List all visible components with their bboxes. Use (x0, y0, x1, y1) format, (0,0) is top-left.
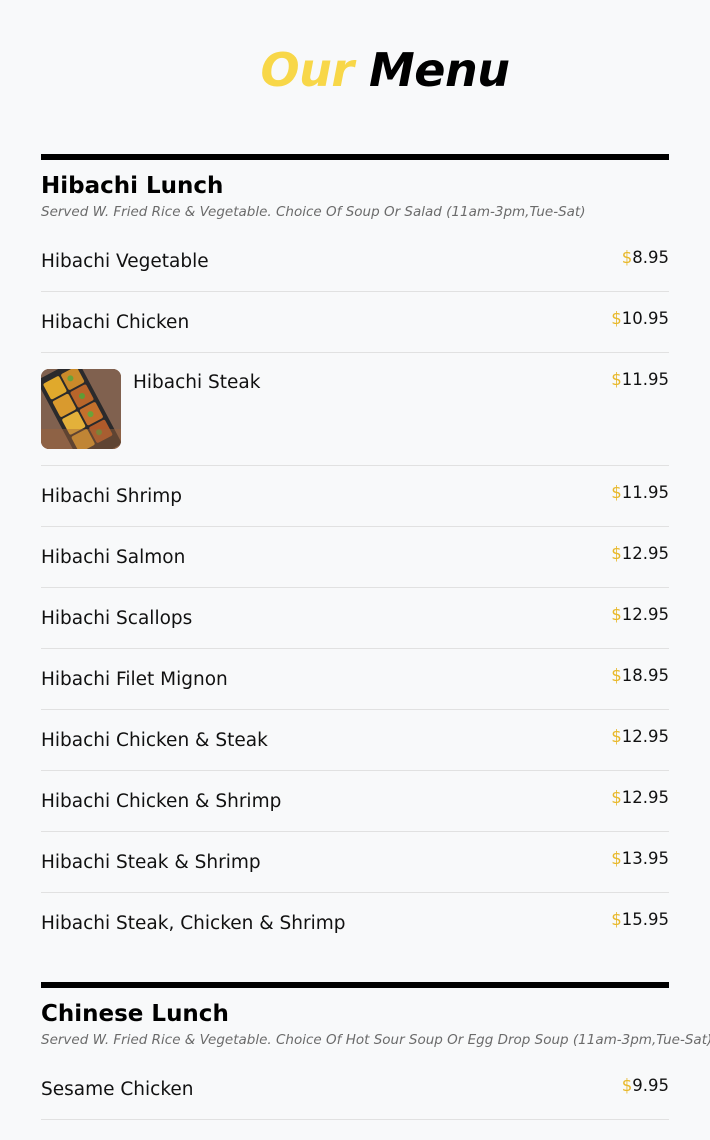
menu-item-name: Hibachi Chicken & Shrimp (41, 791, 282, 812)
price-value: 12.95 (621, 605, 669, 624)
price-value: 11.95 (621, 483, 669, 502)
menu-section-hibachi-lunch: Hibachi Lunch Served W. Fried Rice & Veg… (41, 154, 669, 953)
section-divider (41, 982, 669, 988)
page-title-main: Menu (369, 43, 510, 97)
bento-box-photo-icon (41, 369, 121, 449)
currency-symbol: $ (611, 544, 622, 563)
menu-section-chinese-lunch: Chinese Lunch Served W. Fried Rice & Veg… (41, 982, 710, 1120)
menu-item-price: $9.95 (622, 1076, 669, 1096)
currency-symbol: $ (621, 248, 633, 267)
menu-item-price: $12.95 (611, 727, 669, 747)
page-title: Our Menu (0, 40, 710, 100)
section-note: Served W. Fried Rice & Vegetable. Choice… (41, 1032, 710, 1048)
price-value: 15.95 (621, 910, 669, 929)
currency-symbol: $ (611, 910, 622, 929)
price-value: 8.95 (632, 248, 669, 267)
menu-item-name: Hibachi Vegetable (41, 251, 209, 272)
section-divider (41, 154, 669, 160)
menu-item[interactable]: Hibachi Filet Mignon $18.95 (41, 649, 669, 710)
price-value: 11.95 (621, 370, 669, 389)
menu-item-price: $12.95 (611, 788, 669, 808)
currency-symbol: $ (611, 483, 622, 502)
price-value: 12.95 (621, 544, 669, 563)
currency-symbol: $ (611, 605, 622, 624)
menu-page: Our Menu Hibachi Lunch Served W. Fried R… (0, 0, 710, 1140)
currency-symbol: $ (611, 727, 622, 746)
menu-item[interactable]: Hibachi Salmon $12.95 (41, 527, 669, 588)
menu-item-price: $8.95 (622, 248, 669, 268)
menu-item-thumbnail[interactable] (41, 369, 121, 449)
menu-item-list: Sesame Chicken $9.95 (41, 1059, 669, 1120)
menu-item-name: Hibachi Filet Mignon (41, 669, 228, 690)
menu-item[interactable]: Hibachi Vegetable $8.95 (41, 231, 669, 292)
menu-item-name: Hibachi Chicken & Steak (41, 730, 268, 751)
currency-symbol: $ (611, 666, 622, 685)
price-value: 9.95 (632, 1076, 669, 1095)
menu-item-name: Hibachi Steak & Shrimp (41, 852, 261, 873)
menu-item-price: $12.95 (611, 605, 669, 625)
menu-item-price: $13.95 (611, 849, 669, 869)
menu-item[interactable]: Hibachi Chicken & Shrimp $12.95 (41, 771, 669, 832)
menu-item-price: $12.95 (611, 544, 669, 564)
menu-item-name: Hibachi Steak, Chicken & Shrimp (41, 913, 346, 934)
menu-item-name: Hibachi Salmon (41, 547, 186, 568)
price-value: 12.95 (621, 788, 669, 807)
section-heading: Chinese Lunch (41, 1001, 229, 1027)
currency-symbol: $ (611, 788, 622, 807)
menu-item[interactable]: Hibachi Steak, Chicken & Shrimp $15.95 (41, 893, 669, 953)
section-note: Served W. Fried Rice & Vegetable. Choice… (41, 204, 586, 220)
menu-item-price: $10.95 (611, 309, 669, 329)
price-value: 18.95 (621, 666, 669, 685)
price-value: 10.95 (621, 309, 669, 328)
menu-item-list: Hibachi Vegetable $8.95 Hibachi Chicken … (41, 231, 669, 953)
price-value: 12.95 (621, 727, 669, 746)
menu-item-price: $11.95 (611, 483, 669, 503)
menu-item[interactable]: Hibachi Chicken $10.95 (41, 292, 669, 353)
menu-item-name: Hibachi Steak (133, 372, 261, 393)
menu-item-name: Hibachi Scallops (41, 608, 193, 629)
menu-item[interactable]: Hibachi Steak & Shrimp $13.95 (41, 832, 669, 893)
currency-symbol: $ (611, 370, 622, 389)
menu-item[interactable]: Hibachi Chicken & Steak $12.95 (41, 710, 669, 771)
menu-item-price: $11.95 (611, 370, 669, 390)
menu-item-price: $18.95 (611, 666, 669, 686)
menu-item[interactable]: Hibachi Scallops $12.95 (41, 588, 669, 649)
menu-item-name: Hibachi Chicken (41, 312, 190, 333)
menu-item-price: $15.95 (611, 910, 669, 930)
menu-item[interactable]: Sesame Chicken $9.95 (41, 1059, 669, 1120)
section-heading: Hibachi Lunch (41, 173, 224, 199)
currency-symbol: $ (611, 849, 622, 868)
menu-item-name: Hibachi Shrimp (41, 486, 183, 507)
page-title-accent: Our (260, 43, 354, 97)
menu-item[interactable]: Hibachi Steak $11.95 (41, 353, 669, 466)
menu-item-name: Sesame Chicken (41, 1079, 194, 1100)
currency-symbol: $ (621, 1076, 633, 1095)
price-value: 13.95 (621, 849, 669, 868)
menu-item[interactable]: Hibachi Shrimp $11.95 (41, 466, 669, 527)
currency-symbol: $ (611, 309, 622, 328)
